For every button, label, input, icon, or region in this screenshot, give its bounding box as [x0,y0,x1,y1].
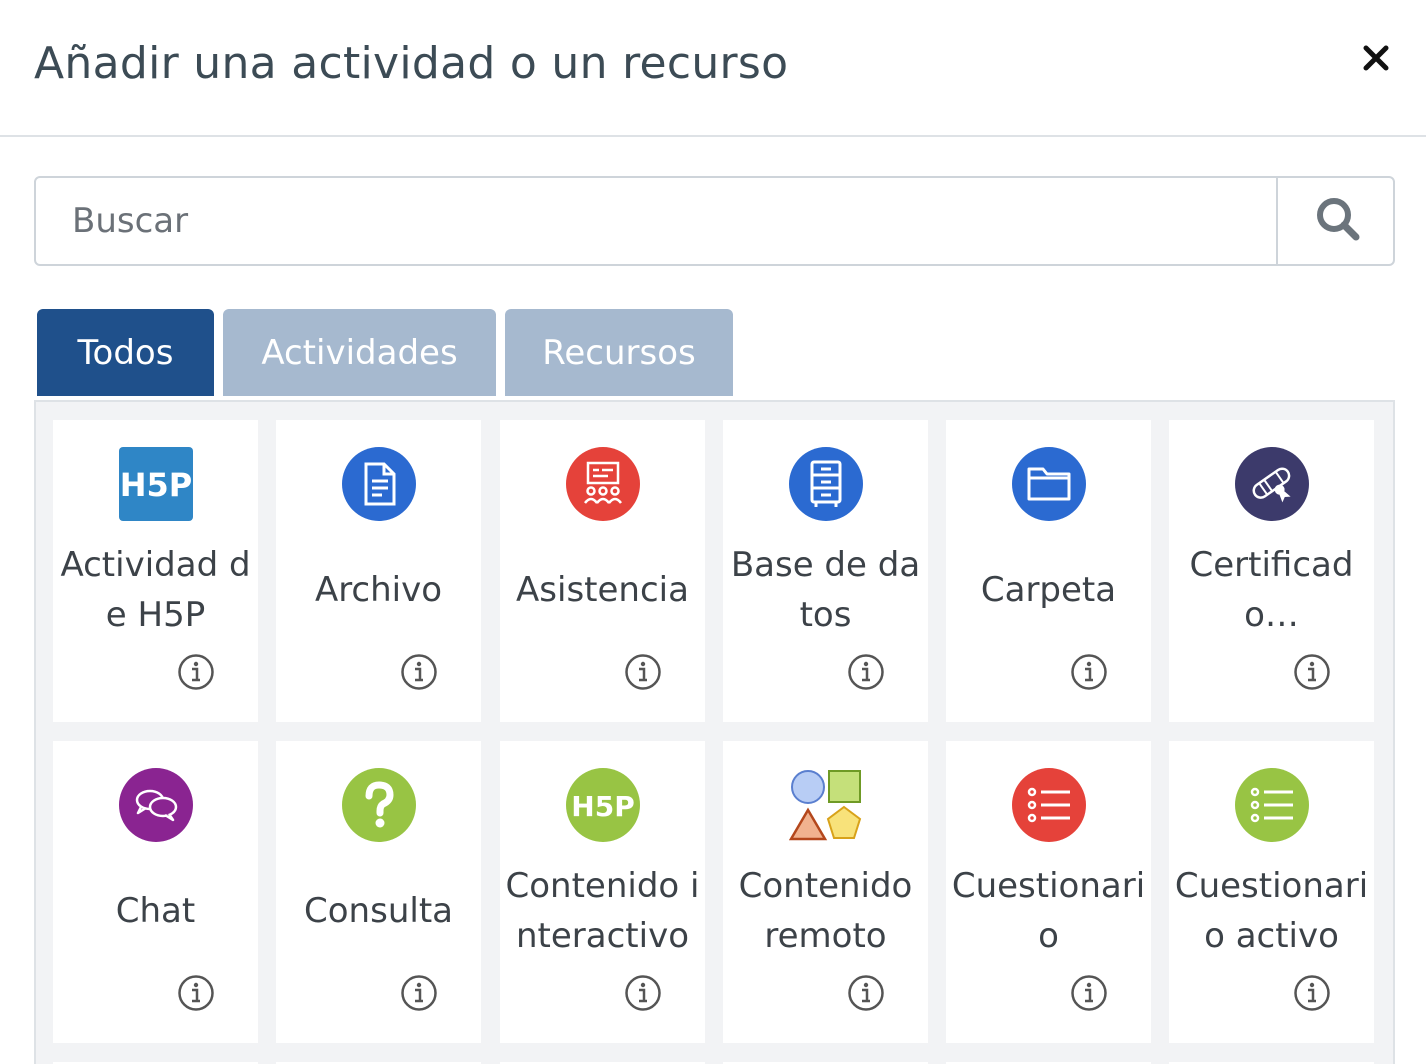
active-quiz-icon [1235,768,1309,842]
search-button[interactable] [1280,178,1395,264]
tab-actividades[interactable]: Actividades [223,309,496,396]
info-icon[interactable] [1070,653,1108,691]
close-button[interactable] [1352,38,1400,82]
module-label: Certificado… [1189,545,1354,635]
search-box [34,176,1395,266]
info-icon[interactable] [177,653,215,691]
info-icon[interactable] [624,653,662,691]
module-label: Cuestionario activo [1174,866,1369,956]
module-card-cuestionario[interactable]: Cuestionario [946,741,1151,1043]
info-icon[interactable] [1293,974,1331,1012]
info-icon[interactable] [847,974,885,1012]
info-icon[interactable] [847,653,885,691]
svg-text:H5P: H5P [571,790,634,823]
module-label: Chat [115,891,196,931]
module-card-certificado[interactable]: Certificado… [1169,420,1374,722]
chat-icon [119,768,193,842]
file-icon [342,447,416,521]
module-card-contenido-remoto[interactable]: Contenido remoto [723,741,928,1043]
module-card-asistencia[interactable]: Asistencia [500,420,705,722]
module-label: Carpeta [980,570,1117,610]
info-icon[interactable] [177,974,215,1012]
module-card-chat[interactable]: Chat [53,741,258,1043]
module-label: Consulta [304,891,453,931]
quiz-icon [1012,768,1086,842]
shapes-icon [789,768,863,842]
search-divider [1276,176,1278,266]
module-card-consulta[interactable]: Consulta [276,741,481,1043]
module-card-carpeta[interactable]: Carpeta [946,420,1151,722]
module-label: Contenido interactivo [505,866,700,956]
module-label: Cuestionario [951,866,1146,956]
module-card-cuestionario-activo[interactable]: Cuestionario activo [1169,741,1374,1043]
modal-header: Añadir una actividad o un recurso [0,0,1426,137]
module-label: Base de datos [730,545,921,635]
module-card-h5p[interactable]: H5P Actividad de H5P [53,420,258,722]
close-icon [1362,44,1390,76]
module-label: Archivo [314,570,443,610]
question-icon [342,768,416,842]
database-icon [789,447,863,521]
h5p-icon: H5P [119,447,193,521]
info-icon[interactable] [400,653,438,691]
folder-icon [1012,447,1086,521]
search-input[interactable] [36,178,1278,264]
module-label: Actividad de H5P [60,545,251,635]
modules-grid: H5P Actividad de H5P Archivo Asistencia … [34,400,1395,1064]
info-icon[interactable] [400,974,438,1012]
search-icon [1315,196,1361,246]
tab-recursos[interactable]: Recursos [505,309,733,396]
modal-title: Añadir una actividad o un recurso [34,38,789,89]
info-icon[interactable] [1293,653,1331,691]
svg-text:H5P: H5P [120,466,193,504]
attendance-icon [566,447,640,521]
module-card-contenido-interactivo[interactable]: H5P Contenido interactivo [500,741,705,1043]
certificate-icon [1235,447,1309,521]
h5p-interactive-icon: H5P [566,768,640,842]
module-card-base-de-datos[interactable]: Base de datos [723,420,928,722]
module-label: Asistencia [516,570,689,610]
tab-todos[interactable]: Todos [37,309,214,396]
info-icon[interactable] [1070,974,1108,1012]
module-label: Contenido remoto [738,866,913,956]
info-icon[interactable] [624,974,662,1012]
module-card-archivo[interactable]: Archivo [276,420,481,722]
